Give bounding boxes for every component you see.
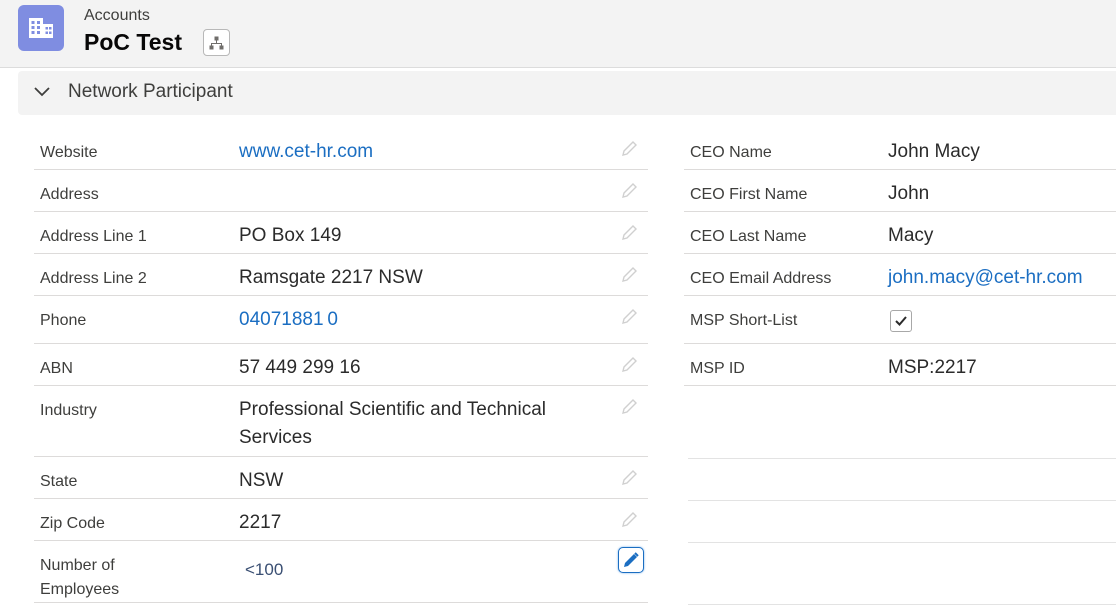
edit-number-of-employees-button[interactable] [618,547,644,573]
field-row-address-line-2: Address Line 2 Ramsgate 2217 NSW [34,254,648,296]
empty-divider [688,458,1116,459]
field-value: John Macy [888,141,980,162]
field-label: CEO Name [690,144,772,161]
edit-pencil-icon[interactable] [620,467,640,487]
field-label: Number of Employees [40,557,120,598]
msp-short-list-checkbox [890,310,912,332]
field-value: Professional Scientific and Technical Se… [239,399,546,448]
field-label: State [40,473,78,490]
edit-pencil-icon[interactable] [620,354,640,374]
field-value: PO Box 149 [239,225,342,246]
empty-divider [688,542,1116,543]
hierarchy-icon [209,36,224,49]
field-value: John [888,183,930,204]
website-link[interactable]: www.cet-hr.com [239,138,373,166]
edit-pencil-icon [624,552,639,567]
field-value: Ramsgate 2217 NSW [239,267,423,288]
edit-pencil-icon[interactable] [620,396,640,416]
breadcrumb[interactable]: Accounts [84,7,150,25]
phone-link[interactable]: 04071881 0 [239,306,338,334]
edit-pencil-icon[interactable] [620,509,640,529]
field-label: Phone [40,312,87,329]
section-toggle-network-participant[interactable]: Network Participant [18,71,1116,115]
page-title: PoC Test [84,29,182,55]
field-label: CEO Last Name [690,228,807,245]
field-value: 2217 [239,512,282,533]
section-title: Network Participant [68,81,233,102]
edit-pencil-icon[interactable] [620,264,640,284]
field-label: CEO Email Address [690,270,832,287]
empty-divider [688,604,1116,605]
chevron-down-icon [34,87,50,97]
field-label: MSP ID [690,360,745,377]
field-row-ceo-email: CEO Email Address john.macy@cet-hr.com [684,254,1116,296]
field-label: Address [40,186,99,203]
right-field-column: CEO Name John Macy CEO First Name John C… [684,128,1116,386]
field-row-phone: Phone 04071881 0 [34,296,648,344]
field-label: Address Line 1 [40,228,147,245]
field-value: Macy [888,225,934,246]
account-building-icon [18,5,64,51]
field-row-website: Website www.cet-hr.com [34,128,648,170]
field-row-ceo-name: CEO Name John Macy [684,128,1116,170]
field-value: 57 449 299 16 [239,357,361,378]
field-row-ceo-last-name: CEO Last Name Macy [684,212,1116,254]
checkmark-icon [895,316,907,326]
ceo-email-link[interactable]: john.macy@cet-hr.com [888,264,1083,292]
edit-pencil-icon[interactable] [620,138,640,158]
field-row-ceo-first-name: CEO First Name John [684,170,1116,212]
field-value: MSP:2217 [888,357,977,378]
edit-pencil-icon[interactable] [620,306,640,326]
edit-pencil-icon[interactable] [620,180,640,200]
edit-pencil-icon[interactable] [620,222,640,242]
field-row-msp-id: MSP ID MSP:2217 [684,344,1116,386]
field-label: Address Line 2 [40,270,147,287]
field-label: MSP Short-List [690,312,798,329]
field-row-abn: ABN 57 449 299 16 [34,344,648,386]
field-label: Industry [40,402,97,419]
field-label: Website [40,144,98,161]
field-value: NSW [239,470,284,491]
record-header: Accounts PoC Test [0,0,1116,68]
view-hierarchy-button[interactable] [203,29,230,56]
field-row-state: State NSW [34,457,648,499]
field-row-address: Address [34,170,648,212]
field-row-industry: Industry Professional Scientific and Tec… [34,386,648,457]
field-row-number-of-employees: Number of Employees <100 [34,541,648,603]
field-row-msp-short-list: MSP Short-List [684,296,1116,344]
field-label: Zip Code [40,515,105,532]
field-label: ABN [40,360,73,377]
field-value: <100 [245,560,284,579]
field-row-zip-code: Zip Code 2217 [34,499,648,541]
field-label: CEO First Name [690,186,808,203]
left-field-column: Website www.cet-hr.com Address Address L… [34,128,648,603]
field-row-address-line-1: Address Line 1 PO Box 149 [34,212,648,254]
empty-divider [688,500,1116,501]
